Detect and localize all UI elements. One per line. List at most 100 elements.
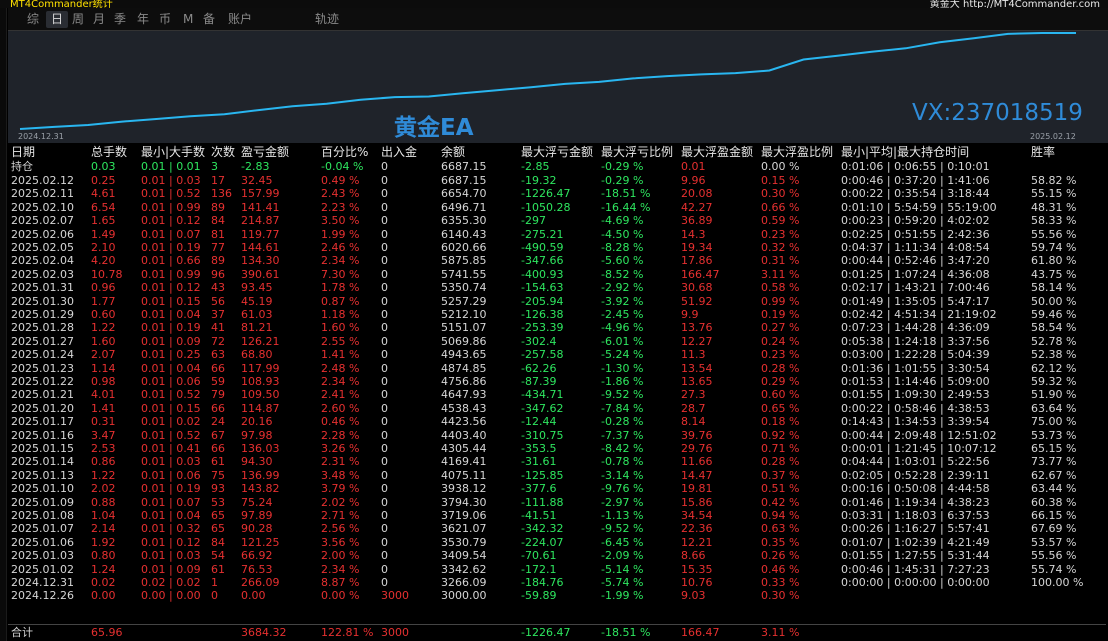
table-row[interactable]: 2025.01.16 3.47 0.01 | 0.52 67 97.98 2.28 % 0 4… <box>8 429 1106 442</box>
cell-12: 0:00:16 | 0:50:08 | 4:44:58 <box>841 482 990 496</box>
cell-1: 1.60 <box>91 334 116 348</box>
cell-2: 0.01 | 0.04 <box>141 509 201 522</box>
column-header-2[interactable]: 最小|大手数 <box>141 144 205 160</box>
cell-1: 1.04 <box>91 509 116 522</box>
cell-0: 2025.02.12 <box>11 174 74 187</box>
cell-12: 0:00:01 | 1:21:45 | 10:07:12 <box>841 442 997 455</box>
table-row[interactable]: 2025.01.17 0.31 0.01 | 0.02 24 20.16 0.46 % 0 4… <box>8 415 1106 428</box>
cell-4: 32.45 <box>241 174 273 187</box>
table-row[interactable]: 2025.01.29 0.60 0.01 | 0.04 37 61.03 1.18 % 0 5… <box>8 308 1106 321</box>
column-header-8[interactable]: 最大浮亏金额 <box>521 144 593 160</box>
cell-0: 2025.01.27 <box>11 334 74 348</box>
tab-5[interactable]: 年 <box>132 11 154 28</box>
tab-10[interactable]: 轨迹 <box>310 11 344 28</box>
table-row[interactable]: 2025.01.14 0.86 0.01 | 0.03 61 94.30 2.31 % 0 4… <box>8 455 1106 468</box>
table-row[interactable]: 2025.01.27 1.60 0.01 | 0.09 72 126.21 2.55 % 0… <box>8 335 1106 348</box>
cell-11: 0.51 % <box>761 482 800 496</box>
column-header-1[interactable]: 总手数 <box>91 144 127 160</box>
table-row[interactable]: 2025.02.10 6.54 0.01 | 0.99 89 141.41 2.23 % 0… <box>8 201 1106 214</box>
cell-4: 114.87 <box>241 401 280 415</box>
column-header-4[interactable]: 盈亏金额 <box>241 144 289 160</box>
cell-2: 0.01 | 0.15 <box>141 294 201 308</box>
tab-7[interactable]: M <box>178 11 198 28</box>
cell-7: 5350.74 <box>441 281 487 295</box>
cell-7: 3530.79 <box>441 535 487 549</box>
column-header-3[interactable]: 次数 <box>211 144 235 160</box>
cell-8: -353.5 <box>521 442 557 455</box>
column-header-9[interactable]: 最大浮亏比例 <box>601 144 673 160</box>
tab-9[interactable]: 账户 <box>223 11 257 28</box>
tab-2[interactable]: 周 <box>67 11 89 28</box>
table-row[interactable]: 2025.02.11 4.61 0.01 | 0.52 136 157.99 2.43 %… <box>8 187 1106 200</box>
cell-11: 0.59 % <box>761 214 800 228</box>
cell-8: -12.44 <box>521 415 557 429</box>
cell-7: 3266.09 <box>441 576 487 589</box>
column-header-13[interactable]: 胜率 <box>1031 144 1055 160</box>
cell-9: -1.30 % <box>601 361 644 375</box>
table-row[interactable]: 2025.02.03 10.78 0.01 | 0.99 96 390.61 7.30 %… <box>8 268 1106 281</box>
cell-2: 0.01 | 0.12 <box>141 535 201 549</box>
table-row[interactable]: 2025.01.23 1.14 0.01 | 0.04 66 117.99 2.48 % 0… <box>8 362 1106 375</box>
table-row[interactable]: 2025.02.05 2.10 0.01 | 0.19 77 144.61 2.46 % 0… <box>8 241 1106 254</box>
cell-2: 0.01 | 0.09 <box>141 334 201 348</box>
cell-0: 持仓 <box>11 160 33 173</box>
cell-5: 7.30 % <box>321 267 360 281</box>
table-row[interactable]: 2025.02.07 1.65 0.01 | 0.12 84 214.87 3.50 % 0… <box>8 214 1106 227</box>
table-row[interactable]: 2025.02.12 0.25 0.01 | 0.03 17 32.45 0.49 % 0 6… <box>8 174 1106 187</box>
column-header-12[interactable]: 最小|平均|最大持仓时间 <box>841 144 969 160</box>
table-row[interactable]: 2025.01.31 0.96 0.01 | 0.12 43 93.45 1.78 % 0 5… <box>8 281 1106 294</box>
table-row[interactable]: 2024.12.31 0.02 0.02 | 0.02 1 266.09 8.87 % 0 3… <box>8 576 1106 589</box>
table-row[interactable]: 2025.01.03 0.80 0.01 | 0.03 54 66.92 2.00 % 0 3… <box>8 549 1106 562</box>
table-row[interactable]: 2025.01.08 1.04 0.01 | 0.04 65 97.89 2.71 % 0 3… <box>8 509 1106 522</box>
column-header-11[interactable]: 最大浮盈比例 <box>761 144 833 160</box>
table-row[interactable]: 2025.01.28 1.22 0.01 | 0.19 41 81.21 1.60 % 0 5… <box>8 321 1106 334</box>
cell-11: 0.24 % <box>761 334 800 348</box>
table-row[interactable]: 2025.02.06 1.49 0.01 | 0.07 81 119.77 1.99 % 0… <box>8 228 1106 241</box>
tab-1[interactable]: 日 <box>46 11 69 28</box>
table-row[interactable]: 2025.01.07 2.14 0.01 | 0.32 65 90.28 2.56 % 0 3… <box>8 522 1106 535</box>
cell-8: -126.38 <box>521 308 564 321</box>
table-row[interactable]: 2025.01.09 0.88 0.01 | 0.07 53 75.24 2.02 % 0 3… <box>8 496 1106 509</box>
cell-9: -8.28 % <box>601 241 644 254</box>
cell-10: 9.9 <box>681 308 699 321</box>
cell-7: 5212.10 <box>441 308 487 321</box>
cell-6: 0 <box>381 227 388 241</box>
table-row[interactable]: 2025.01.30 1.77 0.01 | 0.15 56 45.19 0.87 % 0 5… <box>8 295 1106 308</box>
tab-0[interactable]: 综 <box>22 11 44 28</box>
column-header-10[interactable]: 最大浮盈金额 <box>681 144 753 160</box>
cell-5: 2.34 % <box>321 562 360 576</box>
position-row[interactable]: 持仓 0.03 0.01 | 0.01 3 -2.83 -0.04 % 0 6687.15 -2… <box>8 160 1106 173</box>
tab-6[interactable]: 币 <box>154 11 176 28</box>
table-row[interactable]: 2025.01.15 2.53 0.01 | 0.41 66 136.03 3.26 % 0… <box>8 442 1106 455</box>
table-row[interactable]: 2025.02.04 4.20 0.01 | 0.66 89 134.30 2.34 % 0… <box>8 254 1106 267</box>
table-row[interactable]: 2025.01.24 2.07 0.01 | 0.25 63 68.80 1.41 % 0 4… <box>8 348 1106 361</box>
table-row[interactable]: 2025.01.10 2.02 0.01 | 0.19 93 143.82 3.79 % 0… <box>8 482 1106 495</box>
cell-7: 3621.07 <box>441 522 487 536</box>
tab-3[interactable]: 月 <box>88 11 110 28</box>
cell-1: 0.80 <box>91 549 116 563</box>
cell-5: 1.18 % <box>321 308 360 321</box>
cell-2: 0.01 | 0.19 <box>141 241 201 254</box>
table-row[interactable]: 2025.01.21 4.01 0.01 | 0.52 79 109.50 2.41 % 0… <box>8 388 1106 401</box>
cell-13: 58.82 % <box>1031 174 1077 187</box>
total-row: 合计 65.96 3684.32 122.81 % 3000 -1226.47 -18.51… <box>8 624 1106 640</box>
cell-4: 61.03 <box>241 308 273 321</box>
table-row[interactable]: 2025.01.02 1.24 0.01 | 0.09 61 76.53 2.34 % 0 3… <box>8 563 1106 576</box>
column-header-5[interactable]: 百分比% <box>321 144 368 160</box>
tab-8[interactable]: 备 <box>198 11 220 28</box>
table-row[interactable]: 2025.01.06 1.92 0.01 | 0.12 84 121.25 3.56 % 0… <box>8 536 1106 549</box>
column-header-6[interactable]: 出入金 <box>381 144 417 160</box>
cell-10: 17.86 <box>681 254 713 268</box>
cell-12: 0:05:38 | 1:24:18 | 3:37:56 <box>841 334 990 348</box>
cell-10: 11.66 <box>681 455 713 469</box>
column-header-7[interactable]: 余额 <box>441 144 465 160</box>
column-header-0[interactable]: 日期 <box>11 144 35 160</box>
cell-2: 0.01 | 0.09 <box>141 562 201 576</box>
total-cell-1: 65.96 <box>91 626 123 639</box>
table-row[interactable]: 2025.01.20 1.41 0.01 | 0.15 66 114.87 2.60 % 0… <box>8 402 1106 415</box>
table-row[interactable]: 2025.01.22 0.98 0.01 | 0.06 59 108.93 2.34 % 0… <box>8 375 1106 388</box>
tab-4[interactable]: 季 <box>109 11 131 28</box>
cell-5: 2.55 % <box>321 334 360 348</box>
table-row[interactable]: 2024.12.26 0.00 0.00 | 0.00 0 0.00 0.00 % 3000… <box>8 589 1106 602</box>
table-row[interactable]: 2025.01.13 1.22 0.01 | 0.06 75 136.99 3.48 % 0… <box>8 469 1106 482</box>
